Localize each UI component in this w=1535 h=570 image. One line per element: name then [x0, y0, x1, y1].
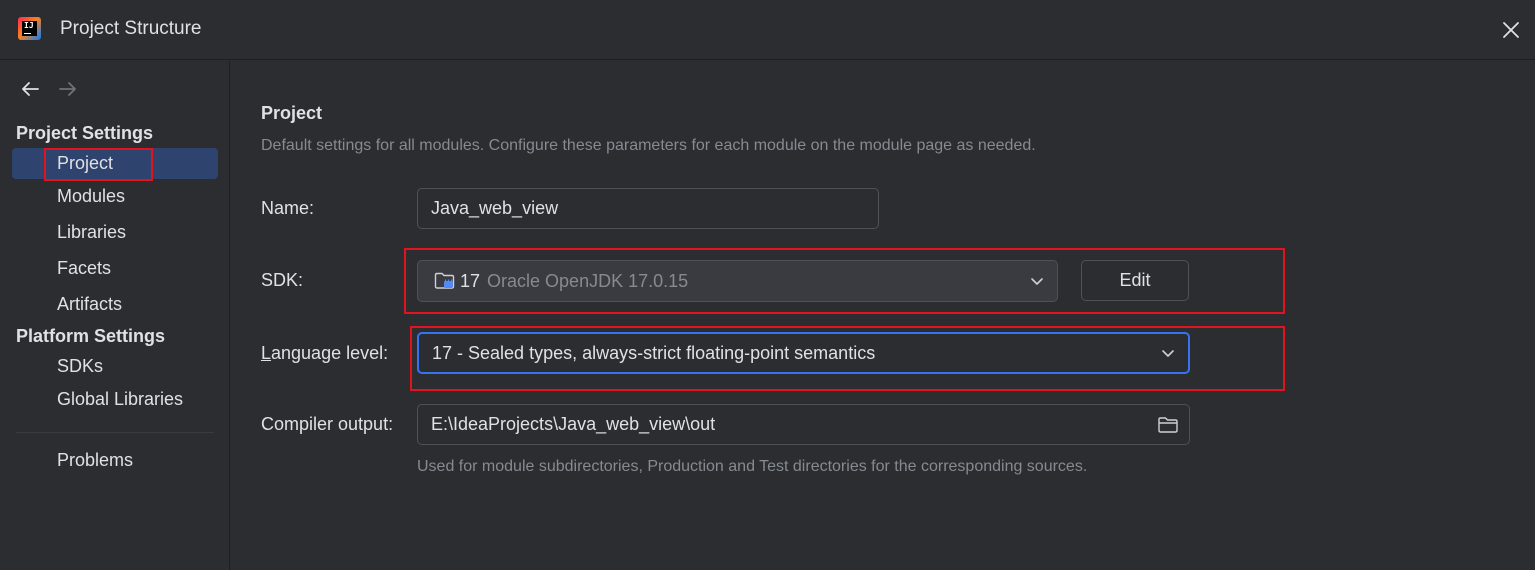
sdk-annotation-box [404, 248, 1285, 314]
arrow-right-icon [59, 82, 76, 96]
sidebar-item-problems[interactable]: Problems [57, 450, 133, 471]
project-name-value: Java_web_view [431, 198, 559, 218]
language-level-label: Language level: [261, 343, 388, 364]
platform-settings-heading: Platform Settings [16, 326, 166, 346]
sidebar-item-sdks[interactable]: SDKs [57, 356, 103, 377]
back-button[interactable] [18, 77, 42, 101]
page-title: Project [261, 103, 323, 123]
sidebar-item-libraries[interactable]: Libraries [57, 222, 126, 243]
browse-folder-button[interactable] [1157, 414, 1179, 436]
compiler-output-field[interactable]: E:\IdeaProjects\Java_web_view\out [417, 404, 1190, 445]
close-icon [1503, 22, 1519, 38]
sidebar: Project Settings Project Modules Librari… [0, 61, 230, 570]
sidebar-item-modules[interactable]: Modules [57, 186, 125, 207]
compiler-output-hint: Used for module subdirectories, Producti… [417, 458, 1088, 475]
sidebar-item-global-libraries[interactable]: Global Libraries [57, 389, 183, 410]
compiler-output-label: Compiler output: [261, 414, 394, 434]
page-description: Default settings for all modules. Config… [261, 137, 1036, 154]
main-panel: Project Default settings for all modules… [231, 61, 1535, 570]
language-annotation-box [410, 326, 1285, 391]
close-button[interactable] [1497, 16, 1525, 44]
sidebar-item-artifacts[interactable]: Artifacts [57, 294, 122, 315]
sidebar-divider [16, 432, 214, 433]
compiler-output-value: E:\IdeaProjects\Java_web_view\out [431, 414, 716, 434]
window-title: Project Structure [60, 18, 202, 39]
forward-button[interactable] [56, 77, 80, 101]
mnemonic-letter: L [261, 343, 272, 363]
name-label: Name: [261, 198, 315, 218]
project-name-field[interactable]: Java_web_view [417, 188, 879, 229]
sidebar-item-facets[interactable]: Facets [57, 258, 111, 279]
folder-icon [1158, 417, 1178, 433]
title-bar: IJ Project Structure [0, 0, 1535, 60]
sdk-label: SDK: [261, 270, 304, 290]
project-settings-heading: Project Settings [16, 123, 154, 143]
language-level-label-text: anguage level: [271, 343, 389, 363]
intellij-logo-icon: IJ [18, 17, 41, 40]
project-annotation-box [44, 148, 153, 181]
arrow-left-icon [22, 82, 39, 96]
